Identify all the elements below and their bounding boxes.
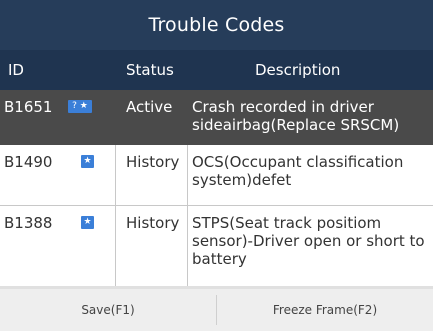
screen-title-text: Trouble Codes xyxy=(148,14,285,36)
row-code: B1490 xyxy=(4,153,53,171)
star-badge-icon: ★ xyxy=(81,216,94,229)
table-row[interactable]: B1490 ★ History OCS(Occupant classificat… xyxy=(0,145,433,206)
freeze-frame-badge-icon: ? ★ xyxy=(68,100,92,113)
trouble-codes-table: B1651 ? ★ Active Crash recorded in drive… xyxy=(0,90,433,287)
column-header-status: Status xyxy=(126,61,174,79)
row-status: History xyxy=(126,153,180,171)
column-divider xyxy=(187,206,188,286)
column-header-description: Description xyxy=(255,61,341,79)
table-row[interactable]: B1651 ? ★ Active Crash recorded in drive… xyxy=(0,90,433,145)
column-divider xyxy=(115,206,116,286)
column-divider xyxy=(115,145,116,205)
column-header-id: ID xyxy=(8,61,24,79)
star-badge-icon: ★ xyxy=(81,155,94,168)
row-description: STPS(Seat track positiom sensor)-Driver … xyxy=(192,214,425,268)
function-key-bar: Save(F1) Freeze Frame(F2) xyxy=(0,289,433,331)
row-code: B1651 xyxy=(4,98,53,116)
row-code: B1388 xyxy=(4,214,53,232)
table-column-headers: ID Status Description xyxy=(0,50,433,90)
screen-title: Trouble Codes xyxy=(0,0,433,50)
row-status: Active xyxy=(126,98,173,116)
save-button[interactable]: Save(F1) xyxy=(0,289,216,331)
row-status: History xyxy=(126,214,180,232)
column-divider xyxy=(187,145,188,205)
freeze-frame-button[interactable]: Freeze Frame(F2) xyxy=(217,289,433,331)
row-description: Crash recorded in driver sideairbag(Repl… xyxy=(192,98,400,134)
row-description: OCS(Occupant classification system)defet xyxy=(192,153,404,189)
table-row[interactable]: B1388 ★ History STPS(Seat track positiom… xyxy=(0,206,433,287)
